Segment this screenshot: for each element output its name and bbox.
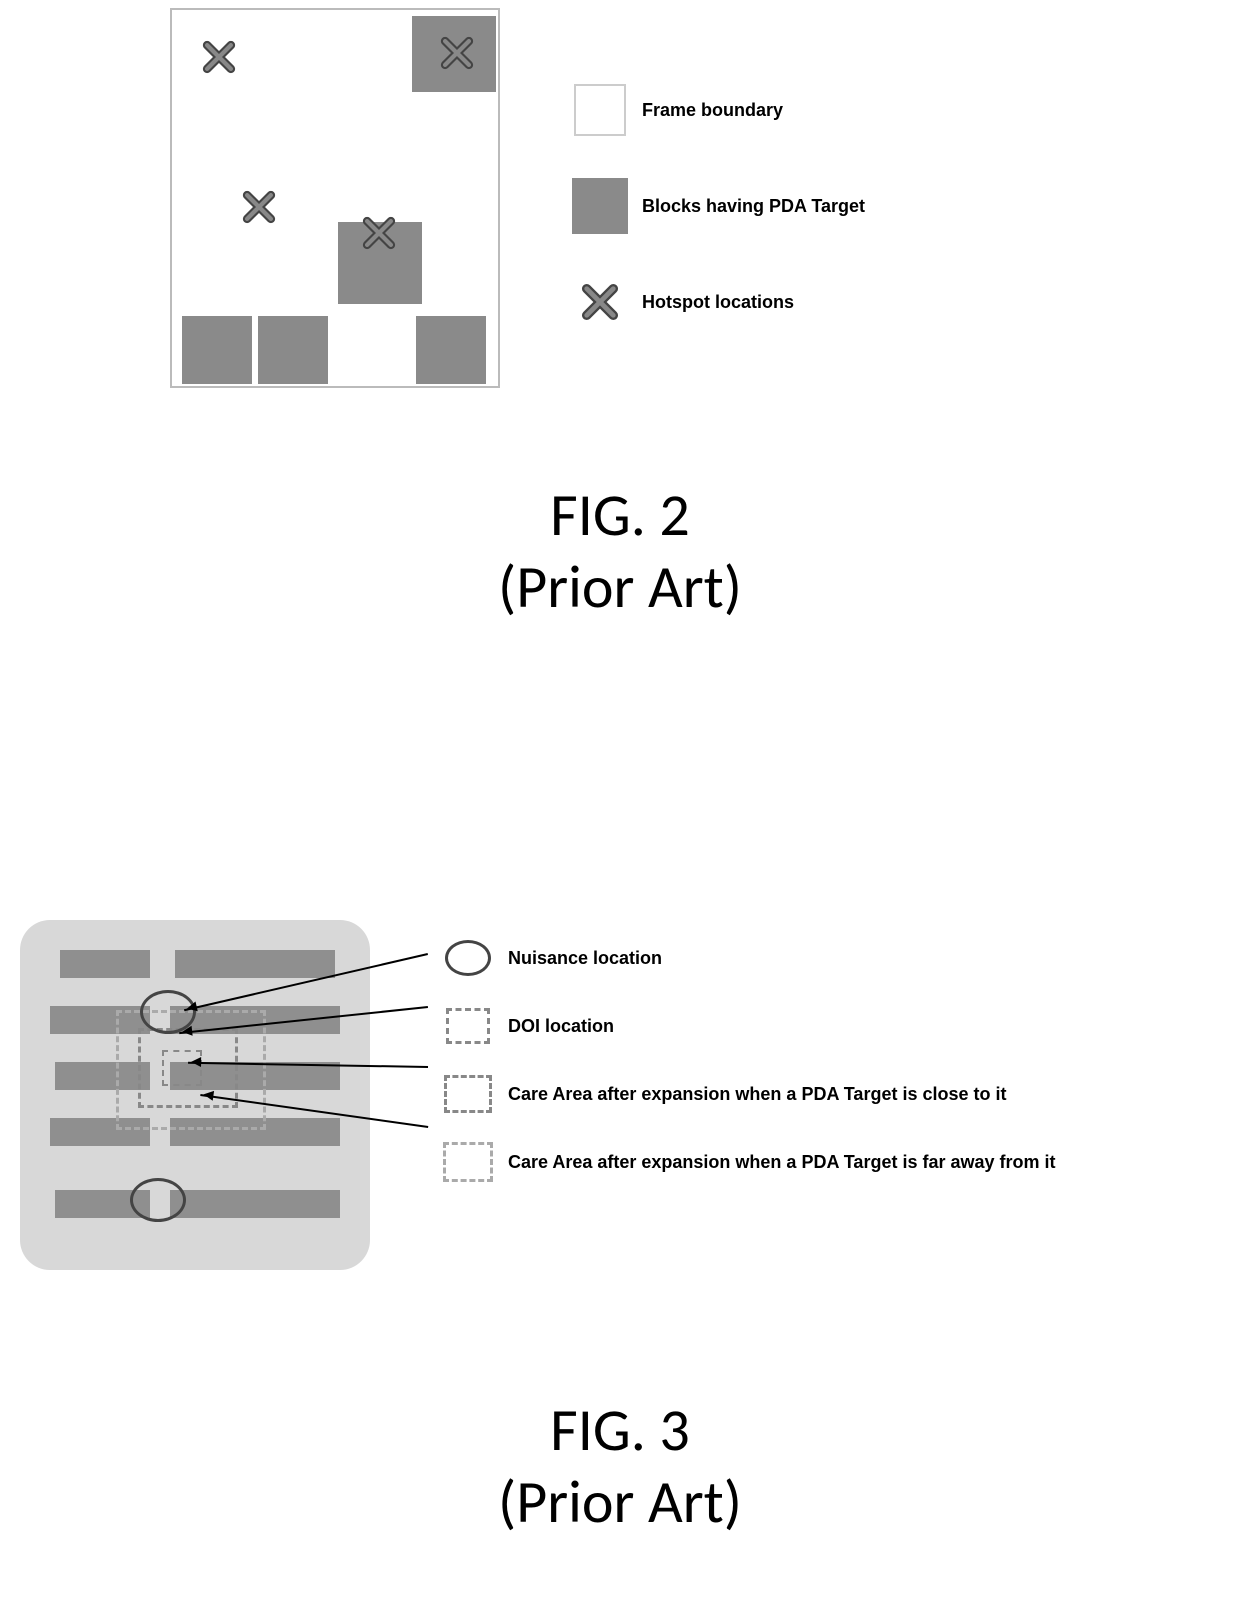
legend-row-hotspots: Hotspot locations — [570, 272, 1090, 332]
dashed-box-icon — [446, 1008, 490, 1044]
fig2-frame-boundary — [170, 8, 500, 388]
pda-block — [416, 316, 486, 384]
legend-row-doi: DOI location — [440, 1003, 1220, 1049]
layout-bar — [60, 950, 150, 978]
hotspot-x-icon — [242, 190, 276, 224]
legend-label: DOI location — [508, 1016, 614, 1037]
oval-icon — [445, 940, 491, 976]
caption-line: FIG. 2 — [0, 480, 1240, 552]
legend-label: Care Area after expansion when a PDA Tar… — [508, 1152, 1056, 1173]
layout-bar — [175, 950, 335, 978]
fig3-caption: FIG. 3 (Prior Art) — [0, 1395, 1240, 1539]
frame-swatch-icon — [574, 84, 626, 136]
layout-bar — [170, 1190, 340, 1218]
legend-row-frame: Frame boundary — [570, 80, 1090, 140]
block-swatch-icon — [572, 178, 628, 234]
legend-label: Blocks having PDA Target — [642, 196, 865, 217]
hotspot-x-icon — [202, 40, 236, 74]
doi-box — [162, 1050, 202, 1086]
legend-row-care-close: Care Area after expansion when a PDA Tar… — [440, 1071, 1220, 1117]
dashed-box-icon — [444, 1075, 492, 1113]
hotspot-x-icon — [440, 36, 474, 70]
fig3-legend: Nuisance location DOI location Care Area… — [440, 935, 1220, 1207]
fig2-caption: FIG. 2 (Prior Art) — [0, 480, 1240, 624]
legend-row-blocks: Blocks having PDA Target — [570, 176, 1090, 236]
legend-row-care-far: Care Area after expansion when a PDA Tar… — [440, 1139, 1220, 1185]
fig3-panel — [20, 920, 370, 1270]
caption-line: (Prior Art) — [0, 1467, 1240, 1539]
legend-label: Frame boundary — [642, 100, 783, 121]
pda-block — [182, 316, 252, 384]
caption-line: (Prior Art) — [0, 552, 1240, 624]
pda-block — [258, 316, 328, 384]
legend-label: Nuisance location — [508, 948, 662, 969]
caption-line: FIG. 3 — [0, 1395, 1240, 1467]
nuisance-circle — [130, 1178, 186, 1222]
dashed-box-icon — [443, 1142, 493, 1182]
fig2-legend: Frame boundary Blocks having PDA Target … — [570, 80, 1090, 368]
hotspot-x-icon — [581, 283, 619, 321]
legend-label: Hotspot locations — [642, 292, 794, 313]
hotspot-x-icon — [362, 216, 396, 250]
legend-label: Care Area after expansion when a PDA Tar… — [508, 1084, 1006, 1105]
legend-row-nuisance: Nuisance location — [440, 935, 1220, 981]
